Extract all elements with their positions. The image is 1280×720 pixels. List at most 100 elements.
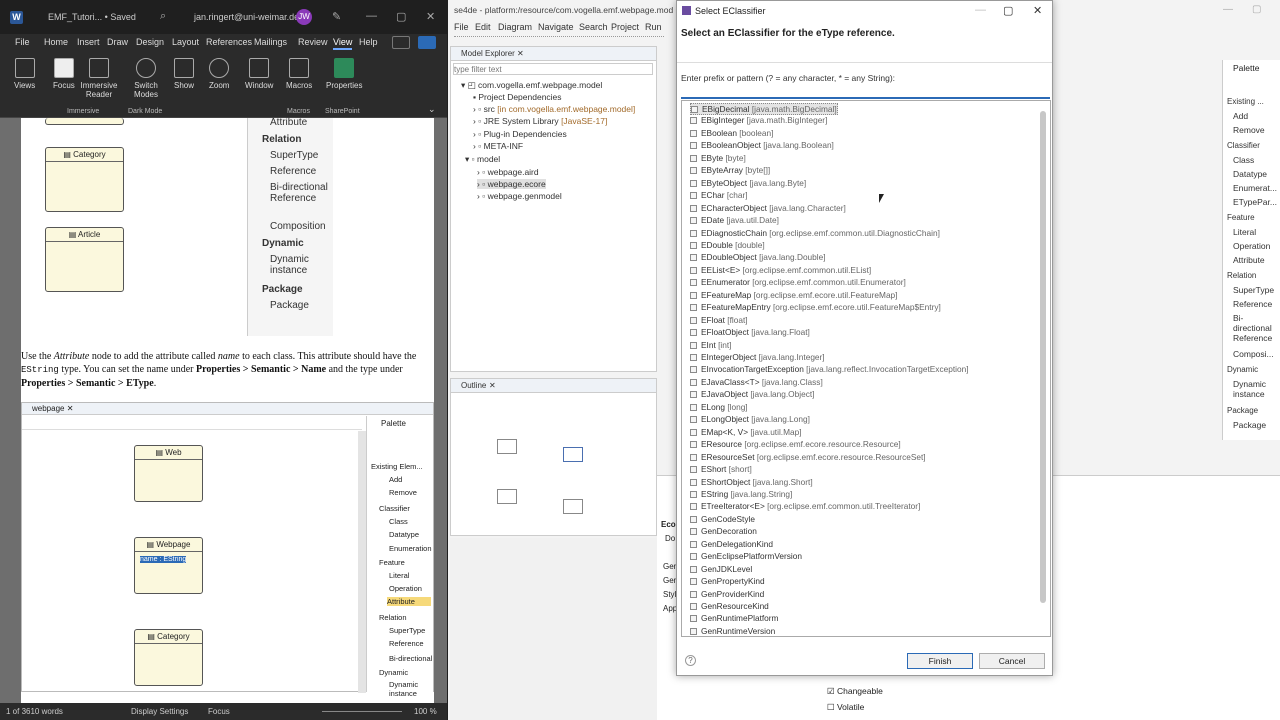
menu-home[interactable]: Home [44, 37, 68, 47]
window-button[interactable]: Window [245, 58, 273, 90]
rp-add[interactable]: Add [1233, 111, 1248, 121]
eclassifier-list-item[interactable]: EFloat [float] [690, 315, 748, 327]
eclassifier-list-item[interactable]: EByteArray [byte[]] [690, 165, 770, 177]
finish-button[interactable]: Finish [907, 653, 973, 669]
eclipse-menu-project[interactable]: Project [611, 22, 639, 32]
props-tab[interactable]: Eco [661, 520, 676, 529]
rp-group-package[interactable]: Package [1227, 406, 1258, 415]
maximize-icon[interactable]: ▢ [396, 10, 406, 23]
zoom-slider[interactable] [322, 711, 402, 712]
tree-item[interactable]: › ▫ Plug-in Dependencies [473, 129, 567, 139]
menu-mailings[interactable]: Mailings [254, 37, 287, 47]
menu-insert[interactable]: Insert [77, 37, 100, 47]
tree-item[interactable]: › ▫ META-INF [473, 141, 523, 151]
eclassifier-list-item[interactable]: EFeatureMapEntry [org.eclipse.emf.ecore.… [690, 302, 941, 314]
eclassifier-list-item[interactable]: GenRuntimeVersion [690, 626, 775, 636]
eclassifier-list-item[interactable]: GenRuntimePlatform [690, 613, 778, 625]
eclassifier-list-item[interactable]: GenDelegationKind [690, 539, 773, 551]
eclassifier-list-item[interactable]: EDoubleObject [java.lang.Double] [690, 252, 826, 264]
eclassifier-list-item[interactable]: EMap<K, V> [java.util.Map] [690, 427, 802, 439]
rp-class[interactable]: Class [1233, 155, 1254, 165]
filter-input[interactable] [453, 63, 653, 75]
menu-draw[interactable]: Draw [107, 37, 128, 47]
eclassifier-list-item[interactable]: ELong [long] [690, 402, 748, 414]
rp-group-feature[interactable]: Feature [1227, 213, 1255, 222]
eclassifier-list-item[interactable]: ETreeIterator<E> [org.eclipse.emf.common… [690, 501, 920, 513]
rp-enumeration[interactable]: Enumerat... [1233, 183, 1277, 193]
avatar[interactable]: JW [296, 9, 312, 25]
zoom-button[interactable]: Zoom [209, 58, 229, 90]
eclassifier-list[interactable]: EBigDecimal [java.math.BigDecimal] EBigIn… [681, 100, 1051, 637]
rp-etypeparameter[interactable]: ETypePar... [1233, 197, 1277, 207]
dialog-maximize-icon[interactable]: ▢ [1003, 4, 1013, 17]
rp-package[interactable]: Package [1233, 420, 1266, 430]
eclassifier-list-item[interactable]: EResourceSet [org.eclipse.emf.ecore.reso… [690, 452, 926, 464]
eclassifier-list-item[interactable]: EShort [short] [690, 464, 752, 476]
immersive-reader-button[interactable]: Immersive Reader [80, 58, 118, 99]
focus-button[interactable]: Focus [53, 58, 75, 90]
eclassifier-list-item[interactable]: ELongObject [java.lang.Long] [690, 414, 810, 426]
collapse-ribbon-icon[interactable]: ⌄ [428, 104, 436, 115]
display-settings[interactable]: Display Settings [131, 707, 188, 716]
eclassifier-list-item[interactable]: EBigInteger [java.math.BigInteger] [690, 115, 827, 127]
eclassifier-list-item[interactable]: EFeatureMap [org.eclipse.emf.ecore.util.… [690, 290, 897, 302]
rp-composition[interactable]: Composi... [1233, 349, 1274, 359]
eclassifier-list-item[interactable]: GenProviderKind [690, 589, 764, 601]
eclassifier-list-item[interactable]: EFloatObject [java.lang.Float] [690, 327, 810, 339]
eclassifier-list-item[interactable]: EResource [org.eclipse.emf.ecore.resourc… [690, 439, 901, 451]
eclassifier-list-item[interactable]: EBooleanObject [java.lang.Boolean] [690, 140, 834, 152]
rp-literal[interactable]: Literal [1233, 227, 1256, 237]
tree-item[interactable]: › ▫ webpage.aird [477, 167, 539, 177]
props-tab[interactable]: Styl [663, 590, 676, 599]
list-scrollbar-thumb[interactable] [1040, 111, 1046, 603]
props-tab[interactable]: Do [665, 534, 675, 543]
eclassifier-list-item[interactable]: EInvocationTargetException [java.lang.re… [690, 364, 969, 376]
eclassifier-list-item[interactable]: EDouble [double] [690, 240, 765, 252]
eclipse-menu-run[interactable]: Run [645, 22, 662, 32]
switch-modes-button[interactable]: Switch Modes [130, 58, 162, 99]
show-button[interactable]: Show [174, 58, 194, 90]
eclassifier-list-item[interactable]: EInt [int] [690, 340, 731, 352]
eclassifier-list-item[interactable]: EShortObject [java.lang.Short] [690, 477, 813, 489]
rp-datatype[interactable]: Datatype [1233, 169, 1267, 179]
menu-file[interactable]: File [15, 37, 30, 47]
rp-bidirectional[interactable]: Bi-directional Reference [1233, 313, 1279, 343]
rp-operation[interactable]: Operation [1233, 241, 1270, 251]
macros-button[interactable]: Macros [286, 58, 312, 90]
outline-tab[interactable]: Outline ✕ [451, 379, 656, 393]
rp-group-dynamic[interactable]: Dynamic [1227, 365, 1258, 374]
dialog-minimize-icon[interactable]: — [975, 4, 986, 16]
model-explorer-tab[interactable]: Model Explorer ✕ [451, 47, 656, 61]
eclipse-menu-navigate[interactable]: Navigate [538, 22, 574, 32]
close-outline-icon[interactable]: ✕ [489, 381, 496, 390]
close-icon[interactable]: ✕ [426, 10, 435, 23]
eclassifier-list-item[interactable]: GenDecoration [690, 526, 757, 538]
eclassifier-list-item[interactable]: EJavaClass<T> [java.lang.Class] [690, 377, 823, 389]
rp-group-existing[interactable]: Existing ... [1227, 97, 1264, 106]
eclassifier-list-item[interactable]: ECharacterObject [java.lang.Character] [690, 203, 846, 215]
tree-item[interactable]: › ▫ src [in com.vogella.emf.webpage.mode… [473, 104, 635, 114]
search-icon[interactable]: ⌕ [160, 10, 166, 23]
eclipse-minimize-icon[interactable]: — [1223, 4, 1233, 15]
document-title[interactable]: EMF_Tutori... • Saved [48, 12, 136, 22]
help-icon[interactable]: ? [685, 655, 696, 666]
eclassifier-list-item[interactable]: EDate [java.util.Date] [690, 215, 779, 227]
menu-review[interactable]: Review [298, 37, 328, 47]
eclipse-menu-edit[interactable]: Edit [475, 22, 491, 32]
share-icon[interactable] [418, 36, 436, 49]
tree-item[interactable]: ▪ Project Dependencies [473, 92, 562, 102]
close-tab-icon[interactable]: ✕ [517, 49, 524, 58]
zoom-level[interactable]: 100 % [414, 707, 437, 716]
eclipse-toolbar-icons[interactable] [454, 36, 664, 44]
dialog-close-icon[interactable]: ✕ [1033, 4, 1042, 17]
eclassifier-list-item[interactable]: GenCodeStyle [690, 514, 755, 526]
focus-mode[interactable]: Focus [208, 707, 230, 716]
eclassifier-list-item[interactable]: EByteObject [java.lang.Byte] [690, 178, 806, 190]
tree-item[interactable]: ▾ ▫ model [465, 154, 500, 165]
pattern-input[interactable] [681, 85, 1050, 99]
menu-help[interactable]: Help [359, 37, 378, 47]
eclassifier-list-item[interactable]: EChar [char] [690, 190, 748, 202]
eclassifier-list-item[interactable]: EBoolean [boolean] [690, 128, 773, 140]
eclassifier-list-item[interactable]: GenResourceKind [690, 601, 769, 613]
menu-view[interactable]: View [333, 37, 353, 50]
